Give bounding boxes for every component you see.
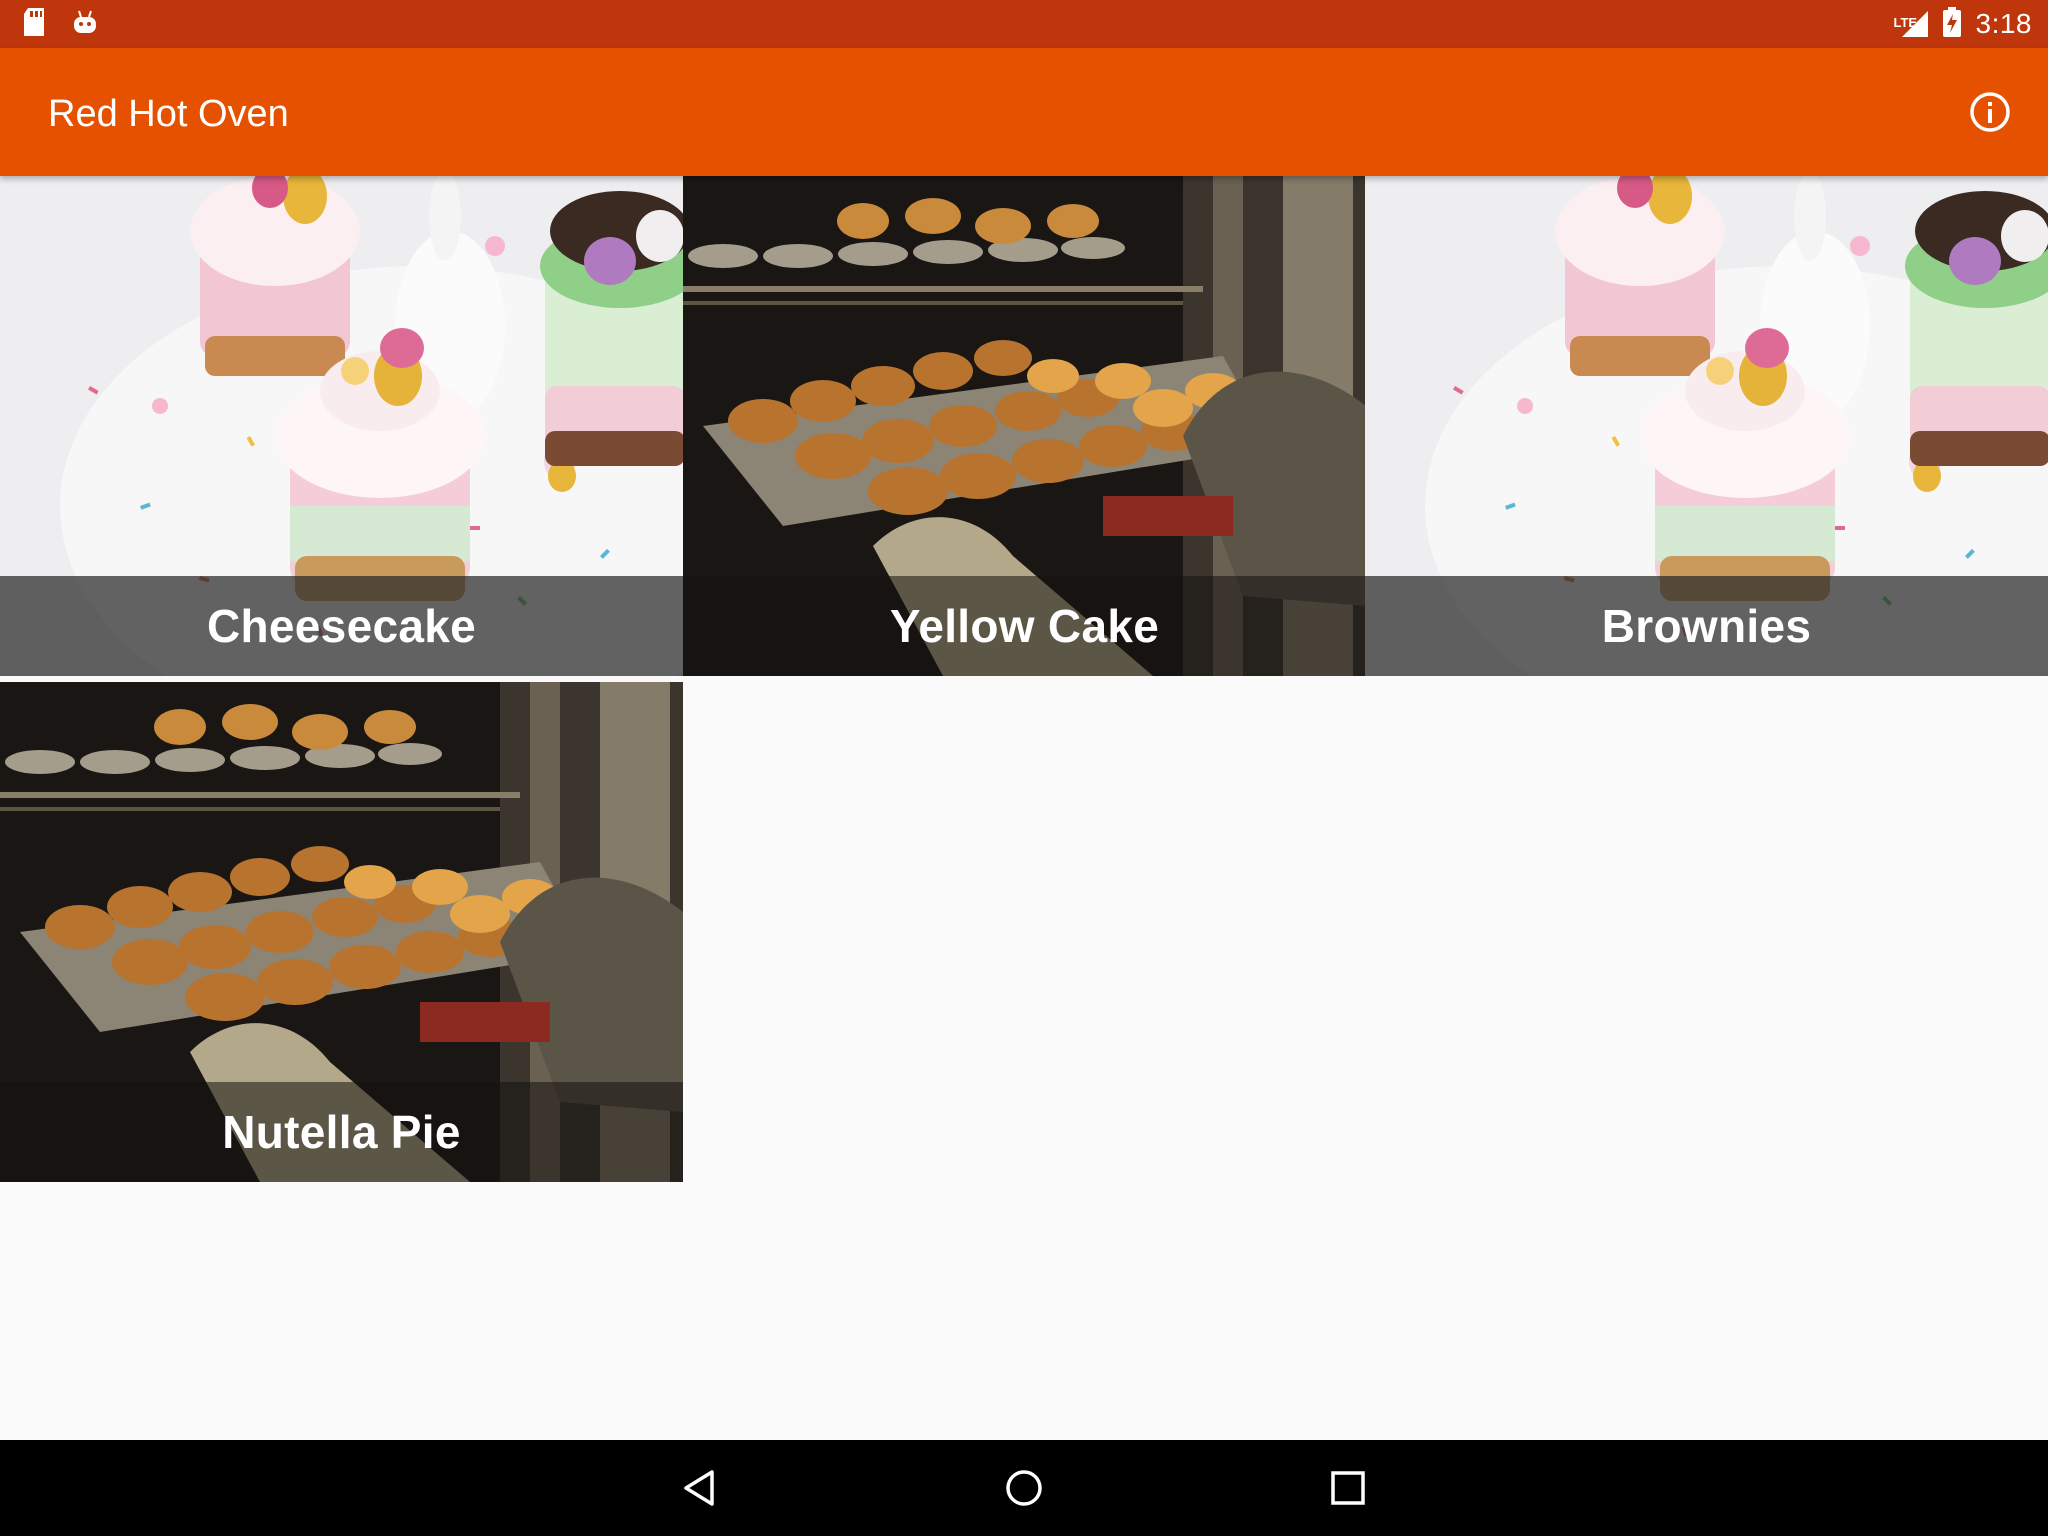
info-button[interactable] bbox=[1964, 86, 2016, 138]
status-bar-notifications bbox=[22, 8, 98, 43]
status-bar: LTE 3:18 bbox=[0, 0, 2048, 48]
status-bar-system: LTE 3:18 bbox=[1894, 0, 2033, 48]
recipe-caption: Brownies bbox=[1365, 576, 2048, 676]
recents-button[interactable] bbox=[1324, 1464, 1372, 1512]
back-button[interactable] bbox=[676, 1464, 724, 1512]
sd-card-icon bbox=[22, 8, 46, 43]
android-debug-icon bbox=[72, 9, 98, 42]
battery-charging-icon bbox=[1942, 6, 1962, 42]
recipe-caption: Cheesecake bbox=[0, 576, 683, 676]
recipe-name: Nutella Pie bbox=[222, 1106, 461, 1158]
back-icon bbox=[684, 1470, 714, 1506]
recipe-card-cheesecake[interactable]: Cheesecake bbox=[0, 176, 683, 676]
home-icon bbox=[1006, 1470, 1042, 1506]
recipe-caption: Nutella Pie bbox=[0, 1082, 683, 1182]
signal-icon: LTE bbox=[1894, 9, 1928, 39]
app-bar: Red Hot Oven bbox=[0, 48, 2048, 176]
recipe-name: Yellow Cake bbox=[889, 600, 1160, 652]
status-time: 3:18 bbox=[1975, 8, 2032, 39]
info-icon bbox=[1970, 92, 2010, 132]
recipe-card-yellow-cake[interactable]: Yellow Cake bbox=[683, 176, 1366, 676]
recents-icon bbox=[1331, 1471, 1365, 1505]
recipe-caption: Yellow Cake bbox=[683, 576, 1366, 676]
home-button[interactable] bbox=[1000, 1464, 1048, 1512]
recipe-card-nutella-pie[interactable]: Nutella Pie bbox=[0, 682, 683, 1182]
recipe-name: Brownies bbox=[1601, 600, 1812, 652]
recipe-name: Cheesecake bbox=[207, 600, 476, 652]
navigation-bar bbox=[0, 1440, 2048, 1536]
recipe-card-brownies[interactable]: Brownies bbox=[1365, 176, 2048, 676]
app-title: Red Hot Oven bbox=[48, 93, 289, 135]
